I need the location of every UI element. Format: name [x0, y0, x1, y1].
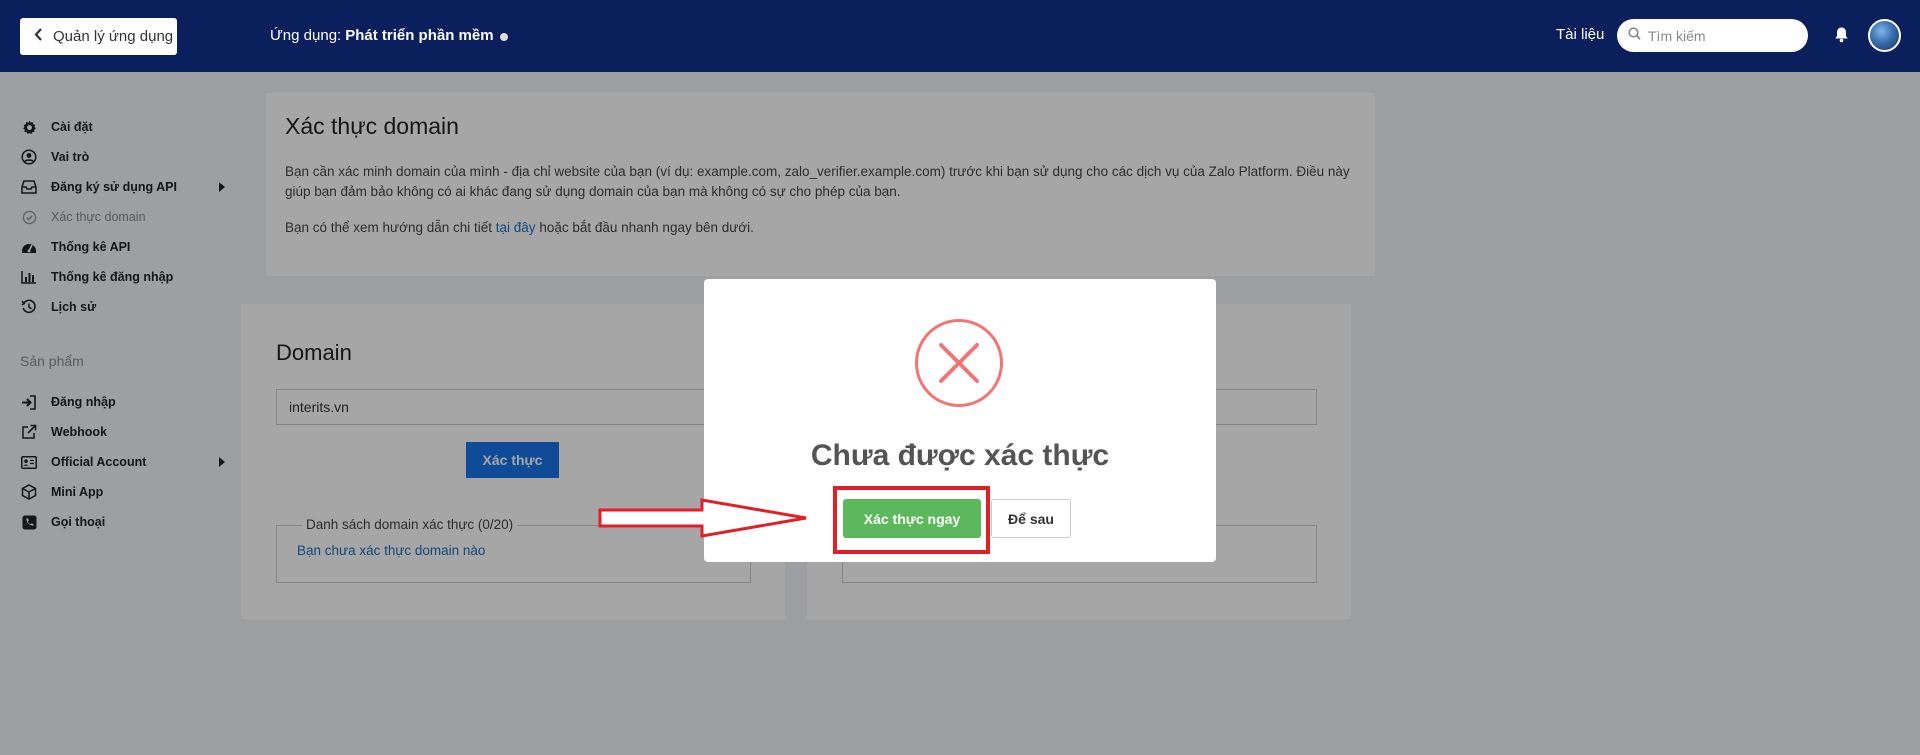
app-name[interactable]: Phát triển phần mềm	[345, 27, 493, 44]
error-x-icon	[915, 319, 1003, 407]
search-box[interactable]	[1617, 19, 1808, 52]
search-input[interactable]	[1648, 27, 1798, 44]
dialog-title: Chưa được xác thực	[810, 439, 1110, 472]
chevron-left-icon	[34, 28, 43, 45]
annotation-arrow-icon	[598, 498, 807, 538]
search-icon	[1628, 26, 1641, 45]
status-dot-icon	[499, 32, 508, 41]
app-indicator: Ứng dụng: Phát triển phần mềm	[270, 27, 508, 44]
annotation-highlight-box	[833, 486, 990, 554]
avatar[interactable]	[1868, 19, 1901, 52]
back-to-apps-button[interactable]: Quản lý ứng dụng	[20, 18, 177, 55]
top-navbar: Quản lý ứng dụng Ứng dụng: Phát triển ph…	[0, 0, 1920, 72]
back-label: Quản lý ứng dụng	[53, 28, 174, 45]
bell-icon[interactable]	[1834, 26, 1849, 48]
app-prefix: Ứng dụng:	[270, 27, 342, 44]
later-button[interactable]: Để sau	[991, 499, 1071, 538]
docs-link[interactable]: Tài liệu	[1556, 26, 1604, 43]
